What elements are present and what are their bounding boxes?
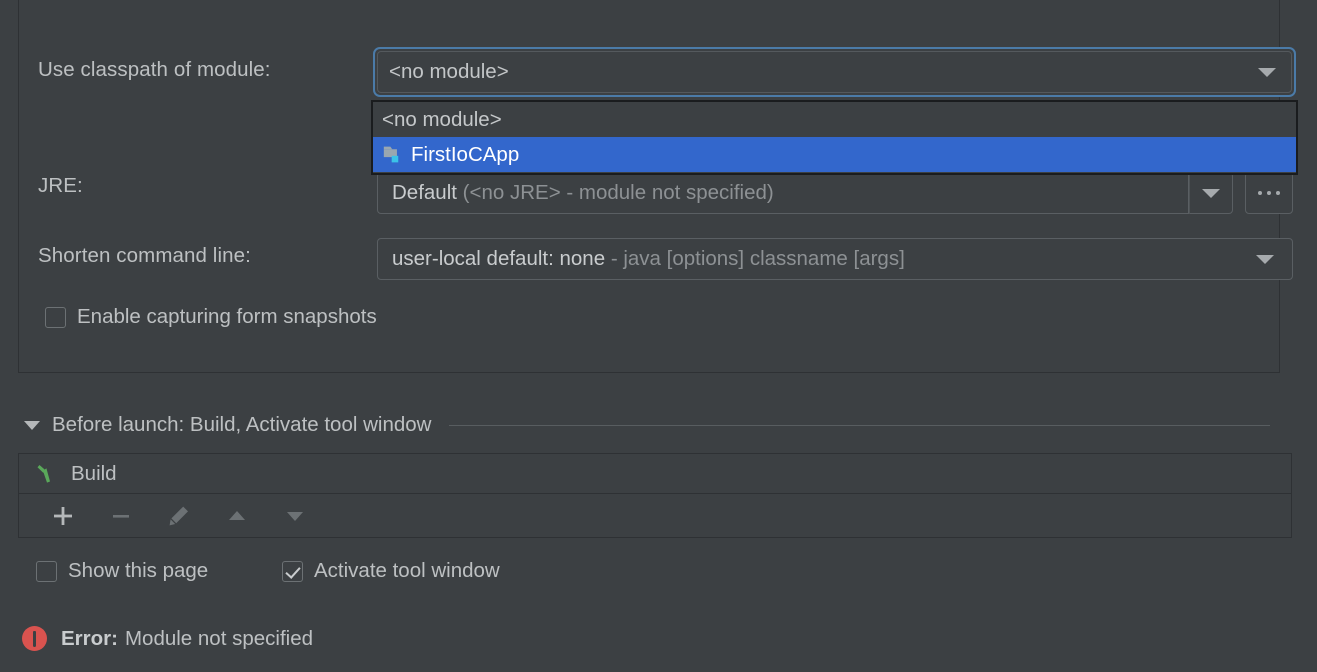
shorten-command-line-combobox[interactable]: user-local default: none - java [options… [377,238,1293,280]
status-bar: Error: Module not specified [22,626,313,651]
classpath-label: Use classpath of module: [38,58,271,82]
add-task-button[interactable] [49,502,77,530]
section-divider [449,425,1270,426]
arrow-down-icon [283,504,307,528]
task-row-build[interactable]: Build [19,454,1291,494]
move-up-button[interactable] [223,502,251,530]
jre-combobox-arrow[interactable] [1189,172,1233,214]
error-prefix: Error: [61,627,118,651]
activate-tool-window-row[interactable]: Activate tool window [282,559,500,583]
dropdown-item-label: <no module> [382,108,502,132]
module-combobox-value: <no module> [389,60,1258,84]
error-icon [22,626,47,651]
dropdown-item-no-module[interactable]: <no module> [373,102,1296,137]
hammer-icon [35,462,61,486]
before-launch-title: Before launch: Build, Activate tool wind… [52,413,431,437]
edit-task-button[interactable] [165,502,193,530]
chevron-down-icon[interactable] [1256,255,1274,264]
snapshots-checkbox[interactable] [45,307,66,328]
arrow-up-icon [225,504,249,528]
activate-tool-window-checkbox[interactable] [282,561,303,582]
minus-icon [109,504,133,528]
chevron-down-icon[interactable] [1258,68,1276,77]
module-dropdown-popup[interactable]: <no module> FirstIoCApp [371,100,1298,175]
dropdown-item-firstiocapp[interactable]: FirstIoCApp [373,137,1296,172]
before-launch-task-list[interactable]: Build [18,453,1292,538]
task-toolbar [19,494,1291,537]
jre-browse-button[interactable] [1245,172,1293,214]
before-launch-header[interactable]: Before launch: Build, Activate tool wind… [24,413,1292,437]
move-down-button[interactable] [281,502,309,530]
jre-label-row: JRE: [38,174,83,198]
remove-task-button[interactable] [107,502,135,530]
shorten-command-line-value: user-local default: none - java [options… [392,247,1256,271]
show-this-page-label: Show this page [68,559,208,583]
shorten-label-row: Shorten command line: [38,244,251,268]
plus-icon [51,504,75,528]
chevron-down-icon[interactable] [24,421,40,430]
pencil-icon [167,504,191,528]
chevron-down-icon [1202,189,1220,198]
dropdown-item-label: FirstIoCApp [411,143,519,167]
classpath-label-row: Use classpath of module: [38,58,271,82]
ellipsis-icon [1258,191,1280,195]
shorten-command-line-label: Shorten command line: [38,244,251,268]
snapshots-checkbox-row[interactable]: Enable capturing form snapshots [45,305,377,329]
task-label: Build [71,462,117,486]
snapshots-checkbox-label: Enable capturing form snapshots [77,305,377,329]
module-icon [382,144,404,165]
jre-combobox[interactable]: Default (<no JRE> - module not specified… [377,172,1189,214]
show-this-page-checkbox[interactable] [36,561,57,582]
error-message: Module not specified [125,627,313,651]
jre-combobox-value: Default (<no JRE> - module not specified… [392,181,1188,205]
activate-tool-window-label: Activate tool window [314,559,500,583]
show-this-page-row[interactable]: Show this page [36,559,208,583]
jre-label: JRE: [38,174,83,198]
module-combobox[interactable]: <no module> [373,47,1296,97]
